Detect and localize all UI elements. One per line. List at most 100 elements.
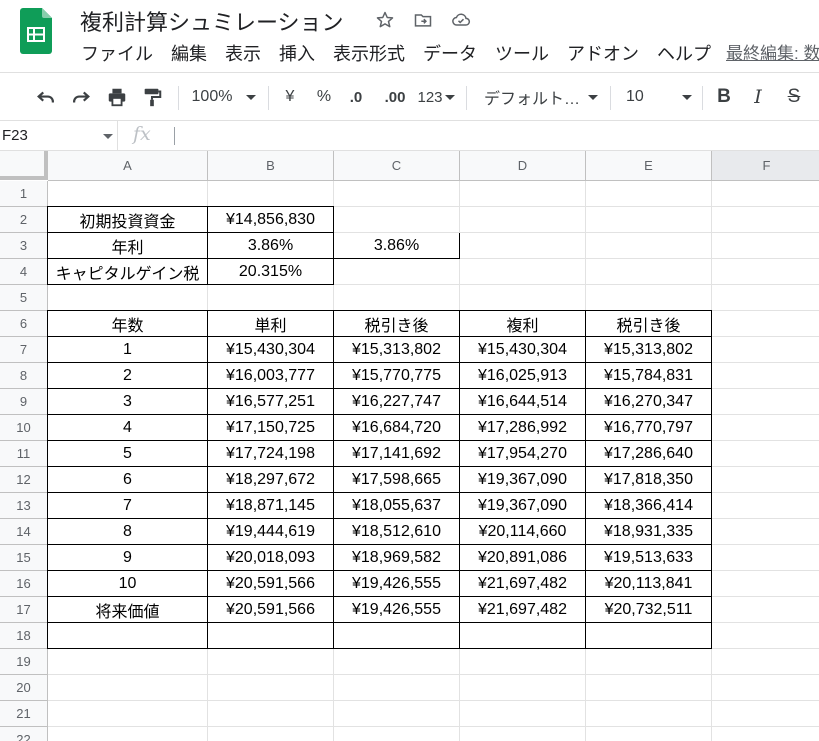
cell-b1[interactable]	[208, 181, 334, 207]
cell-b12[interactable]: ¥18,297,672	[208, 467, 334, 493]
cell-b7[interactable]: ¥15,430,304	[208, 337, 334, 363]
column-header-b[interactable]: B	[208, 151, 334, 181]
cell-d11[interactable]: ¥17,954,270	[460, 441, 586, 467]
cell-f21[interactable]	[712, 701, 819, 727]
row-header-16[interactable]: 16	[0, 571, 48, 597]
cell-b13[interactable]: ¥18,871,145	[208, 493, 334, 519]
cell-a11[interactable]: 5	[47, 441, 208, 467]
cell-f8[interactable]	[712, 363, 819, 389]
cell-e19[interactable]	[586, 649, 712, 675]
cell-d10[interactable]: ¥17,286,992	[460, 415, 586, 441]
cell-a21[interactable]	[48, 701, 208, 727]
cell-d15[interactable]: ¥20,891,086	[460, 545, 586, 571]
cell-c22[interactable]	[334, 727, 460, 741]
cell-d2[interactable]	[460, 207, 586, 233]
cell-f11[interactable]	[712, 441, 819, 467]
cell-f14[interactable]	[712, 519, 819, 545]
more-formats-button[interactable]: 123	[416, 73, 456, 121]
cell-c5[interactable]	[334, 285, 460, 311]
cell-a10[interactable]: 4	[47, 415, 208, 441]
cell-e18[interactable]	[586, 623, 712, 649]
menu-file[interactable]: ファイル	[72, 40, 162, 66]
move-to-folder-icon[interactable]	[412, 9, 434, 31]
cell-b20[interactable]	[208, 675, 334, 701]
cell-c15[interactable]: ¥18,969,582	[334, 545, 460, 571]
redo-icon[interactable]	[67, 73, 95, 121]
cell-e22[interactable]	[586, 727, 712, 741]
cell-a15[interactable]: 9	[47, 545, 208, 571]
cell-a16[interactable]: 10	[47, 571, 208, 597]
row-header-2[interactable]: 2	[0, 207, 48, 233]
cell-d22[interactable]	[460, 727, 586, 741]
cell-e14[interactable]: ¥18,931,335	[586, 519, 712, 545]
column-header-d[interactable]: D	[460, 151, 586, 181]
font-size-select[interactable]: 10	[626, 73, 692, 121]
cell-f16[interactable]	[712, 571, 819, 597]
cell-c21[interactable]	[334, 701, 460, 727]
cell-b15[interactable]: ¥20,018,093	[208, 545, 334, 571]
cell-c9[interactable]: ¥16,227,747	[334, 389, 460, 415]
cell-d20[interactable]	[460, 675, 586, 701]
cell-f18[interactable]	[712, 623, 819, 649]
cell-c18[interactable]	[334, 623, 460, 649]
print-icon[interactable]	[103, 73, 131, 121]
row-header-5[interactable]: 5	[0, 285, 48, 311]
paint-format-icon[interactable]	[138, 73, 166, 121]
cell-d21[interactable]	[460, 701, 586, 727]
row-header-9[interactable]: 9	[0, 389, 48, 415]
cell-e9[interactable]: ¥16,270,347	[586, 389, 712, 415]
cell-b11[interactable]: ¥17,724,198	[208, 441, 334, 467]
cell-e20[interactable]	[586, 675, 712, 701]
row-header-21[interactable]: 21	[0, 701, 48, 727]
cell-a18[interactable]	[47, 623, 208, 649]
row-header-7[interactable]: 7	[0, 337, 48, 363]
row-header-3[interactable]: 3	[0, 233, 48, 259]
cell-a8[interactable]: 2	[47, 363, 208, 389]
row-header-17[interactable]: 17	[0, 597, 48, 623]
cell-b2[interactable]: ¥14,856,830	[208, 206, 334, 233]
cell-d3[interactable]	[460, 233, 586, 259]
cell-f12[interactable]	[712, 467, 819, 493]
cell-b3[interactable]: 3.86%	[208, 233, 334, 259]
cell-b8[interactable]: ¥16,003,777	[208, 363, 334, 389]
row-header-13[interactable]: 13	[0, 493, 48, 519]
cell-a7[interactable]: 1	[47, 337, 208, 363]
row-header-8[interactable]: 8	[0, 363, 48, 389]
cell-d4[interactable]	[460, 259, 586, 285]
cell-a22[interactable]	[48, 727, 208, 741]
cell-a14[interactable]: 8	[47, 519, 208, 545]
cell-b14[interactable]: ¥19,444,619	[208, 519, 334, 545]
cell-f17[interactable]	[712, 597, 819, 623]
percent-format-button[interactable]: %	[312, 73, 336, 121]
cell-f22[interactable]	[712, 727, 819, 741]
cell-a17[interactable]: 将来価値	[47, 597, 208, 623]
cell-c12[interactable]: ¥17,598,665	[334, 467, 460, 493]
cell-f19[interactable]	[712, 649, 819, 675]
increase-decimal-button[interactable]: .00	[378, 73, 412, 121]
cell-f1[interactable]	[712, 181, 819, 207]
cell-c16[interactable]: ¥19,426,555	[334, 571, 460, 597]
cloud-saved-icon[interactable]	[450, 9, 472, 31]
cell-b21[interactable]	[208, 701, 334, 727]
cell-e7[interactable]: ¥15,313,802	[586, 337, 712, 363]
cell-d6[interactable]: 複利	[460, 310, 586, 337]
decrease-decimal-button[interactable]: .0	[344, 73, 368, 121]
cell-a4[interactable]: キャピタルゲイン税	[47, 259, 208, 285]
row-header-20[interactable]: 20	[0, 675, 48, 701]
cell-a9[interactable]: 3	[47, 389, 208, 415]
cell-a2[interactable]: 初期投資資金	[47, 206, 208, 233]
cell-f9[interactable]	[712, 389, 819, 415]
column-header-e[interactable]: E	[586, 151, 712, 181]
row-header-12[interactable]: 12	[0, 467, 48, 493]
row-header-6[interactable]: 6	[0, 311, 48, 337]
cell-c4[interactable]	[334, 259, 460, 285]
cell-e13[interactable]: ¥18,366,414	[586, 493, 712, 519]
currency-format-button[interactable]: ¥	[278, 73, 302, 121]
cell-a6[interactable]: 年数	[47, 310, 208, 337]
cell-b5[interactable]	[208, 285, 334, 311]
cell-e15[interactable]: ¥19,513,633	[586, 545, 712, 571]
cell-e21[interactable]	[586, 701, 712, 727]
column-header-a[interactable]: A	[48, 151, 208, 181]
column-header-f[interactable]: F	[712, 151, 819, 181]
cell-a1[interactable]	[48, 181, 208, 207]
